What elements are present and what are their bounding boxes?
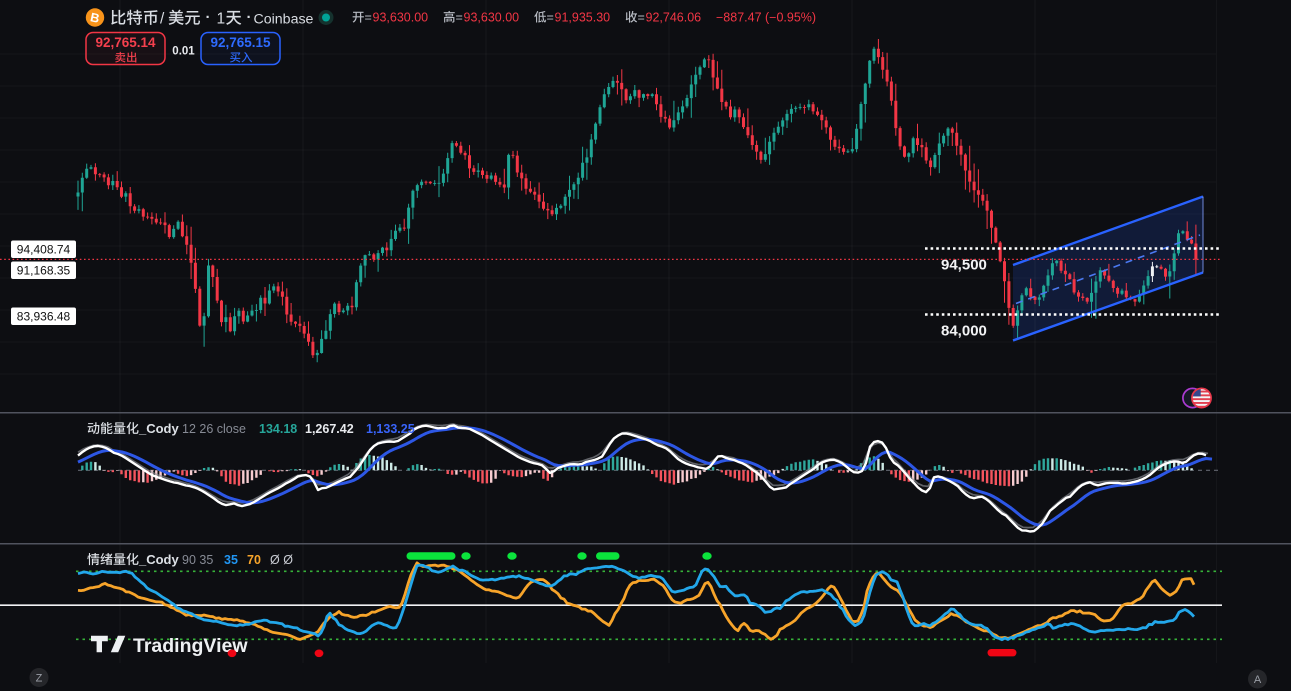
svg-text:Z: Z bbox=[36, 673, 43, 685]
svg-text:=: = bbox=[365, 11, 372, 25]
svg-text:·: · bbox=[247, 9, 252, 26]
svg-text:84,000: 84,000 bbox=[941, 323, 987, 340]
svg-text:83,936.48: 83,936.48 bbox=[17, 310, 71, 324]
svg-text:92,746.06: 92,746.06 bbox=[646, 11, 702, 25]
svg-text:93,630.00: 93,630.00 bbox=[464, 11, 520, 25]
svg-text:91,935.30: 91,935.30 bbox=[555, 11, 611, 25]
svg-text:−887.47 (−0.95%): −887.47 (−0.95%) bbox=[716, 11, 816, 25]
svg-text:=: = bbox=[456, 11, 463, 25]
svg-text:1,267.42: 1,267.42 bbox=[305, 422, 354, 436]
svg-text:94,408.74: 94,408.74 bbox=[17, 243, 71, 257]
svg-text:1,133.25: 1,133.25 bbox=[366, 422, 415, 436]
svg-text:=: = bbox=[547, 11, 554, 25]
svg-text:·: · bbox=[206, 9, 211, 26]
svg-text:/: / bbox=[160, 11, 165, 28]
svg-text:1: 1 bbox=[217, 11, 226, 28]
svg-text:92,765.14: 92,765.14 bbox=[95, 35, 156, 50]
svg-text:Coinbase: Coinbase bbox=[254, 12, 314, 28]
svg-text:12 26 close: 12 26 close bbox=[182, 422, 246, 436]
svg-text:92,765.15: 92,765.15 bbox=[210, 35, 271, 50]
svg-text:_Cody: _Cody bbox=[138, 552, 180, 567]
svg-text:A: A bbox=[1254, 674, 1262, 686]
svg-text:70: 70 bbox=[247, 553, 261, 567]
svg-text:93,630.00: 93,630.00 bbox=[373, 11, 429, 25]
svg-text:35: 35 bbox=[224, 553, 238, 567]
svg-text:134.18: 134.18 bbox=[259, 422, 297, 436]
svg-text:90 35: 90 35 bbox=[182, 553, 213, 567]
svg-text:Ø Ø: Ø Ø bbox=[270, 553, 293, 567]
svg-text:_Cody: _Cody bbox=[138, 421, 180, 436]
svg-text:=: = bbox=[638, 11, 645, 25]
svg-text:91,168.35: 91,168.35 bbox=[17, 264, 71, 278]
svg-text:0.01: 0.01 bbox=[172, 46, 195, 58]
